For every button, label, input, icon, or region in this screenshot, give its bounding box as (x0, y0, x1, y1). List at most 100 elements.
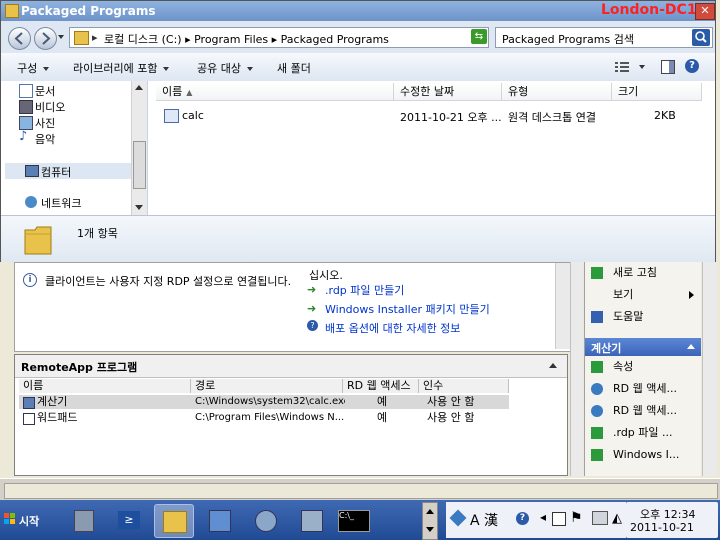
remoteapp-taskbar-button[interactable] (200, 504, 238, 536)
nav-item-music[interactable]: ♪ 음악 (19, 130, 55, 147)
computer-icon (25, 165, 39, 177)
table-row[interactable]: 계산기 C:\Windows\system32\calc.exe 예 사용 안 … (19, 395, 509, 409)
organize-menu[interactable]: 구성 (17, 60, 50, 76)
chevron-down-icon (246, 67, 253, 71)
window-title: Packaged Programs (21, 4, 156, 18)
taskbar: 시작 ≥ C:\_ A 漢 ? ◂ ⚑ ◭ 오후 12:34 2011-10-2… (0, 500, 720, 540)
new-folder-button[interactable]: 새 폴더 (277, 60, 311, 76)
system-tray: A 漢 ? ◂ ⚑ ◭ 오후 12:34 2011-10-21 (446, 500, 720, 540)
action-view[interactable]: 보기 (591, 286, 695, 304)
nav-item-pictures[interactable]: 사진 (19, 115, 55, 131)
calculator-icon (23, 397, 35, 409)
volume-icon[interactable]: ◭ (612, 511, 622, 526)
breadcrumb-item[interactable]: Program Files (194, 33, 268, 46)
navigation-scrollbar[interactable] (131, 81, 147, 215)
breadcrumb-separator: ▸ (271, 33, 281, 46)
table-row[interactable]: 워드패드 C:\Program Files\Windows N... 예 사용 … (19, 411, 509, 425)
options-icon[interactable]: ◂ (540, 510, 546, 524)
column-header-name[interactable]: 이름 ▲ (156, 83, 394, 101)
close-button[interactable]: ✕ (695, 3, 715, 20)
program-arguments: 사용 안 함 (427, 395, 475, 408)
command-prompt-taskbar-button[interactable]: C:\_ (334, 504, 372, 536)
chevron-down-icon (43, 67, 50, 71)
scroll-up-icon[interactable] (426, 509, 434, 514)
help-icon[interactable]: ? (685, 59, 699, 73)
deploy-options-link[interactable]: 배포 옵션에 대한 자세한 정보 (325, 320, 460, 336)
submenu-arrow-icon (689, 291, 694, 299)
back-button[interactable] (8, 27, 31, 50)
client-description: 클라이언트는 사용자 지정 RDP 설정으로 연결됩니다. (45, 275, 292, 288)
breadcrumb-item[interactable]: Packaged Programs (281, 33, 389, 46)
view-dropdown-icon[interactable] (639, 65, 645, 69)
remoteapp-panel-title: RemoteApp 프로그램 (21, 361, 138, 374)
column-header-arguments[interactable]: 인수 (419, 379, 509, 393)
refresh-button[interactable]: ⇆ (471, 29, 487, 44)
scroll-up-icon[interactable] (135, 85, 143, 90)
create-msi-link[interactable]: Windows Installer 패키지 만들기 (325, 301, 490, 317)
collapse-icon[interactable] (549, 363, 557, 368)
column-header-modified[interactable]: 수정한 날짜 (394, 83, 502, 101)
program-path: C:\Windows\system32\calc.exe (195, 396, 345, 407)
view-options-icon[interactable] (615, 61, 629, 73)
nav-item-network[interactable]: 네트워크 (25, 195, 81, 211)
server-manager-icon (74, 510, 94, 532)
column-header-name[interactable]: 이름 (19, 379, 191, 393)
recent-pages-icon[interactable] (58, 35, 64, 39)
item-count: 1개 항목 (77, 227, 118, 240)
details-pane: 1개 항목 (1, 215, 715, 262)
server-manager-taskbar-button[interactable] (64, 504, 102, 536)
tray-expand-icon[interactable] (552, 512, 566, 526)
column-header-web-access[interactable]: RD 웹 액세스 (343, 379, 419, 393)
table-row[interactable]: calc 2011-10-21 오후 ... 원격 데스크톱 연결 2KB (156, 105, 702, 125)
search-icon (695, 31, 707, 43)
explorer-taskbar-button[interactable] (154, 504, 194, 538)
start-button[interactable]: 시작 (0, 505, 48, 535)
ime-mode[interactable]: A 漢 (470, 510, 498, 530)
main-scrollbar[interactable] (570, 262, 583, 476)
sort-ascending-icon: ▲ (186, 88, 193, 97)
actions-pane: 새로 고침 보기 도움말 계산기 속성 RD 웹 액세... RD 웹 액세..… (584, 262, 701, 476)
command-prompt-icon: C:\_ (338, 510, 370, 532)
address-bar[interactable]: ▸ 로컬 디스크 (C:) ▸ Program Files ▸ Packaged… (69, 27, 528, 48)
overview-scrollbar[interactable] (555, 263, 570, 349)
preview-pane-icon[interactable] (661, 60, 675, 74)
video-icon (19, 100, 33, 114)
program-path: C:\Program Files\Windows N... (195, 412, 345, 423)
scroll-down-icon[interactable] (135, 205, 143, 210)
forward-button[interactable] (34, 27, 57, 50)
network-status-icon[interactable] (592, 511, 608, 525)
powershell-taskbar-button[interactable]: ≥ (110, 504, 148, 536)
search-input[interactable]: Packaged Programs 검색 (502, 31, 634, 47)
search-button[interactable] (692, 29, 710, 46)
admin-tool-taskbar-button[interactable] (292, 504, 330, 536)
program-name: 계산기 (37, 395, 68, 408)
search-box[interactable]: Packaged Programs 검색 (495, 27, 713, 48)
column-header-type[interactable]: 유형 (502, 83, 612, 101)
column-header-size[interactable]: 크기 (612, 83, 702, 101)
nav-item-documents[interactable]: 문서 (19, 83, 55, 99)
breadcrumb-item[interactable]: 로컬 디스크 (C:) (104, 33, 182, 46)
navigation-bar: ▸ 로컬 디스크 (C:) ▸ Program Files ▸ Packaged… (1, 21, 715, 53)
flag-icon[interactable]: ⚑ (570, 510, 583, 526)
actions-section-header[interactable]: 계산기 (585, 338, 701, 356)
column-header-path[interactable]: 경로 (191, 379, 343, 393)
arrow-icon (591, 427, 603, 439)
scroll-thumb[interactable] (133, 141, 146, 189)
nav-item-videos[interactable]: 비디오 (19, 99, 65, 115)
globe-icon (591, 405, 603, 417)
horizontal-scrollbar[interactable] (4, 483, 718, 499)
help-icon[interactable]: ? (516, 512, 529, 525)
create-rdp-link[interactable]: .rdp 파일 만들기 (325, 282, 404, 298)
remoteapp-panel-header: RemoteApp 프로그램 (15, 355, 567, 378)
title-bar[interactable]: Packaged Programs London-DC1 ✕ (1, 1, 715, 21)
include-library-menu[interactable]: 라이브러리에 포함 (73, 60, 170, 76)
network-tool-taskbar-button[interactable] (246, 504, 284, 536)
nav-item-computer[interactable]: 컴퓨터 (5, 163, 131, 179)
actions-scrollbar[interactable] (702, 262, 717, 476)
scroll-down-icon[interactable] (426, 527, 434, 532)
picture-icon (19, 116, 33, 130)
breadcrumb-separator: ▸ (92, 31, 98, 44)
share-menu[interactable]: 공유 대상 (197, 60, 253, 76)
taskbar-scroller[interactable] (422, 502, 438, 540)
wordpad-icon (23, 413, 35, 425)
